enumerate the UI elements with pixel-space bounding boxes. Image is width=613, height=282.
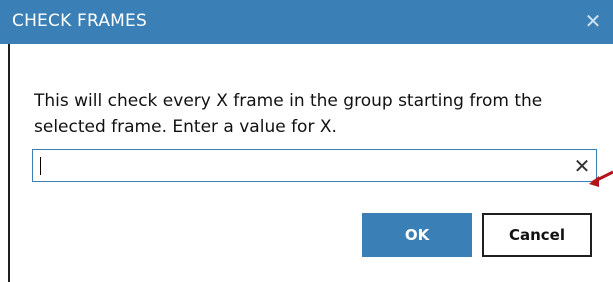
annotation-arrow-icon — [589, 170, 613, 187]
x-value-input[interactable] — [37, 152, 565, 179]
dialog-title: CHECK FRAMES — [12, 11, 147, 31]
text-caret — [40, 157, 41, 175]
check-frames-dialog: CHECK FRAMES ✕ This will check every X f… — [0, 0, 613, 282]
ok-button[interactable]: OK — [362, 213, 472, 257]
dialog-titlebar: CHECK FRAMES ✕ — [0, 0, 613, 44]
x-value-field[interactable]: ✕ — [32, 149, 597, 182]
dialog-message: This will check every X frame in the gro… — [34, 91, 543, 137]
cancel-button[interactable]: Cancel — [482, 213, 592, 257]
close-icon[interactable]: ✕ — [583, 11, 603, 31]
